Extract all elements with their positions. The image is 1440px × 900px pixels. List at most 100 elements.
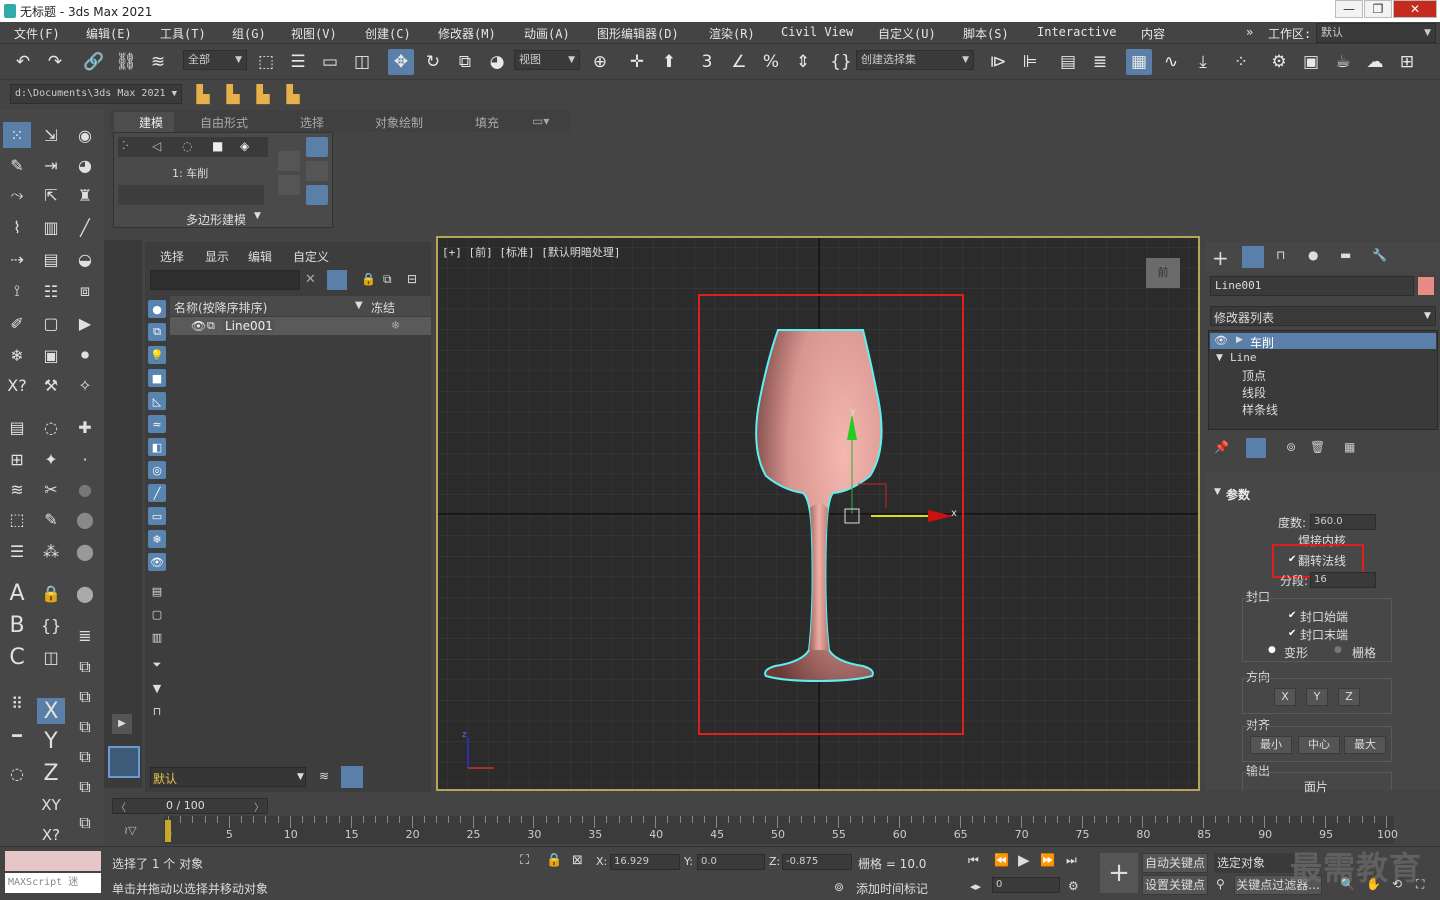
selection-lock-icon[interactable]: 🔒 <box>546 853 562 868</box>
cap-start-checkbox[interactable]: 封口始端 <box>1300 608 1348 625</box>
folder-icon[interactable]: ⊓ <box>148 702 166 720</box>
dotted-grid-icon[interactable]: ⠿ <box>3 690 31 716</box>
link-icon[interactable]: 🔗 <box>81 49 107 75</box>
layer-stack-icon[interactable]: ≋ <box>319 769 329 783</box>
direction-x-button[interactable]: X <box>1274 688 1296 706</box>
select-box-icon[interactable]: ⬚ <box>3 506 31 532</box>
viewport-thumb[interactable] <box>108 746 140 778</box>
stack3-icon[interactable]: ⧉ <box>71 654 99 680</box>
orbit-icon[interactable]: ⟲ <box>1392 877 1402 891</box>
edit-named-sets-icon[interactable]: {} <box>828 49 854 75</box>
tab-freeform[interactable]: 自由形式 <box>200 114 248 131</box>
edit-icon[interactable]: ✎ <box>37 506 65 532</box>
axis-xy-button[interactable]: XY <box>37 792 65 818</box>
menu-scripting[interactable]: 脚本(S) <box>963 25 1009 42</box>
move-cross-icon[interactable]: ✚ <box>71 414 99 440</box>
lock-small-icon[interactable]: 🔒 <box>361 272 376 286</box>
layers-stack-icon[interactable]: ☰ <box>3 538 31 564</box>
set-key-big-icon[interactable]: + <box>1100 853 1138 893</box>
list-none-icon[interactable]: ▢ <box>148 605 166 623</box>
collapse-rollout-icon[interactable]: ▼ <box>1214 487 1221 497</box>
axis-y-button[interactable]: Y <box>37 728 65 754</box>
ribbon-side-btn1[interactable] <box>306 137 328 157</box>
hidden-filter-icon[interactable]: 👁 <box>148 553 166 571</box>
hierarchy-icon[interactable]: ⧉ <box>383 272 392 287</box>
stack2-icon[interactable]: ≣ <box>71 622 99 648</box>
circle-arrow-icon[interactable]: ◌ <box>37 414 65 440</box>
select-by-name-icon[interactable]: ☰ <box>285 49 311 75</box>
stack-layers-icon[interactable]: ≋ <box>3 476 31 502</box>
tab-selection[interactable]: 选择 <box>300 114 324 131</box>
stack-eye-icon[interactable]: 👁 <box>1214 334 1228 347</box>
polygon-mode-icon[interactable]: ■ <box>212 139 223 153</box>
cap-end-checkbox[interactable]: 封口末端 <box>1300 626 1348 643</box>
ribbon-side-btn2[interactable] <box>306 161 328 181</box>
current-frame-field[interactable]: 0 <box>992 877 1060 893</box>
grid-tool-icon[interactable]: ▥ <box>37 214 65 240</box>
a360-icon[interactable]: ⊞ <box>1394 49 1420 75</box>
element-mode-icon[interactable]: ◈ <box>240 139 249 153</box>
render-frame-icon[interactable]: ▣ <box>1298 49 1324 75</box>
border-mode-icon[interactable]: ◌ <box>182 139 192 153</box>
zoom-icon[interactable]: 🔍 <box>1340 877 1355 891</box>
freeze-snowflake-icon[interactable]: ❄ <box>391 319 400 332</box>
list-tool-icon[interactable]: ☷ <box>37 278 65 304</box>
degrees-spinner[interactable]: 360.0 <box>1310 514 1376 530</box>
layers-panel-icon[interactable]: ▤ <box>3 414 31 440</box>
expand-arrow-icon[interactable]: ▶ <box>1236 335 1243 345</box>
utilities-tab-icon[interactable]: 🔧 <box>1372 248 1387 262</box>
record-icon[interactable]: ⏺ <box>71 342 99 368</box>
maxscript-input[interactable]: MAXScript 迷 <box>5 873 101 893</box>
shapes-icon[interactable]: ◕ <box>71 152 99 178</box>
window-tool-icon[interactable]: ⧈ <box>71 278 99 304</box>
select-icon[interactable]: ⁙ <box>3 122 31 148</box>
play-icon[interactable]: ▶ <box>1018 851 1030 869</box>
material-editor-icon[interactable]: ⁘ <box>1228 49 1254 75</box>
align-center-button[interactable]: 中心 <box>1298 736 1340 754</box>
add-time-tag[interactable]: 添加时间标记 <box>856 880 928 897</box>
menu-view[interactable]: 视图(V) <box>291 25 337 42</box>
spacewarp-filter-icon[interactable]: ≈ <box>148 415 166 433</box>
modify-tab-icon[interactable] <box>1242 246 1264 268</box>
render-production-icon[interactable]: ☕ <box>1330 49 1356 75</box>
morph-radio-icon[interactable]: ● <box>1268 645 1276 655</box>
snaps-toggle-icon[interactable]: 3 <box>694 49 720 75</box>
bone-filter-icon[interactable]: ╱ <box>148 484 166 502</box>
add-layer-icon[interactable]: ⊞ <box>3 446 31 472</box>
create-tab-icon[interactable]: + <box>1212 246 1229 270</box>
project-folder-icon[interactable]: ▙ <box>190 82 216 108</box>
viewport-label[interactable]: [+] [前] [标准] [默认明暗处理] <box>442 244 620 260</box>
keyboard-shortcut-icon[interactable]: ⬆ <box>656 49 682 75</box>
align-min-button[interactable]: 最小 <box>1250 736 1292 754</box>
stack8-icon[interactable]: ⧉ <box>71 810 99 836</box>
menu-interactive[interactable]: Interactive <box>1037 25 1116 39</box>
paint-icon[interactable]: ◒ <box>71 246 99 272</box>
ribbon-options-icon[interactable]: ▭▾ <box>532 114 549 128</box>
scene-search-input[interactable] <box>150 270 300 290</box>
motion-tab-icon[interactable]: ● <box>1308 248 1318 262</box>
list-all-icon[interactable]: ▤ <box>148 582 166 600</box>
close-button[interactable]: ✕ <box>1393 0 1437 18</box>
menu-file[interactable]: 文件(F) <box>14 25 60 42</box>
next-frame-icon[interactable]: ⏩ <box>1040 853 1055 867</box>
collapse-arrow-icon[interactable]: ▼ <box>1216 353 1223 363</box>
menu-group[interactable]: 组(G) <box>232 25 266 42</box>
angle-snap-icon[interactable]: ∠ <box>726 49 752 75</box>
braces-icon[interactable]: {} <box>37 612 65 638</box>
set-key-button[interactable]: 设置关键点 <box>1142 875 1208 895</box>
ref-coord-dropdown[interactable]: 视图 ▼ <box>514 50 580 70</box>
viewport-front[interactable]: [+] [前] [标准] [默认明暗处理] 前 y x z <box>436 236 1200 791</box>
output-patch-radio[interactable]: 面片 <box>1304 778 1328 795</box>
grid-radio-icon[interactable]: ● <box>1334 645 1342 655</box>
object-name-field[interactable]: Line001 <box>1210 276 1414 296</box>
time-slider-next-icon[interactable]: 〉 <box>254 799 264 814</box>
ribbon-side-btn4[interactable] <box>278 151 300 171</box>
project-settings-icon[interactable]: ▙ <box>280 82 306 108</box>
window-crossing-icon[interactable]: ◫ <box>349 49 375 75</box>
visibility-eye-icon[interactable]: 👁 <box>191 319 206 333</box>
scene-tab-edit[interactable]: 编辑 <box>248 248 272 265</box>
hierarchy-tab-icon[interactable]: ⊓ <box>1276 248 1285 262</box>
column-freeze[interactable]: 冻结 <box>371 299 395 316</box>
dotted-circle-icon[interactable]: ◌ <box>3 760 31 786</box>
cap-start-check-icon[interactable]: ✔ <box>1288 610 1296 621</box>
